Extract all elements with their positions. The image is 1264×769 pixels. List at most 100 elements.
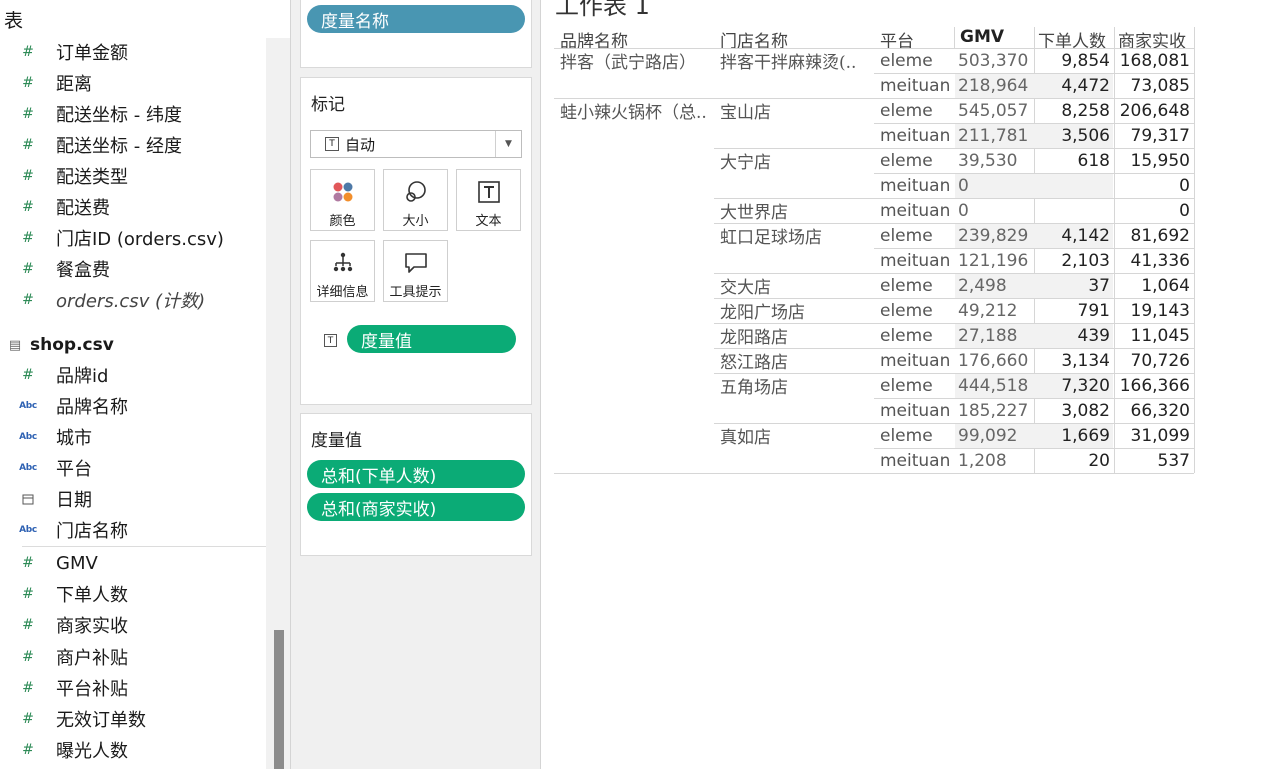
- brand-name-cell[interactable]: 拌客（武宁路店）: [560, 48, 712, 73]
- header-platform[interactable]: 平台: [880, 27, 914, 52]
- gmv-value-cell[interactable]: 185,227: [958, 398, 1032, 423]
- mark-type-select[interactable]: T 自动 ▼: [310, 130, 522, 158]
- revenue-value-cell[interactable]: 66,320: [1118, 398, 1190, 423]
- field-item[interactable]: # GMV: [0, 549, 266, 577]
- store-name-cell[interactable]: 大世界店: [720, 198, 872, 223]
- platform-cell[interactable]: eleme: [880, 273, 954, 298]
- field-item[interactable]: # 配送坐标 - 经度: [0, 131, 266, 159]
- field-item[interactable]: # 餐盒费: [0, 255, 266, 283]
- field-item[interactable]: # 商家实收: [0, 611, 266, 639]
- header-store[interactable]: 门店名称: [720, 27, 788, 52]
- platform-cell[interactable]: meituan: [880, 248, 954, 273]
- gmv-value-cell[interactable]: 176,660: [958, 348, 1032, 373]
- platform-cell[interactable]: eleme: [880, 373, 954, 398]
- gmv-value-cell[interactable]: 218,964: [958, 73, 1032, 98]
- platform-cell[interactable]: eleme: [880, 423, 954, 448]
- text-button[interactable]: 文本: [456, 169, 521, 231]
- revenue-value-cell[interactable]: 73,085: [1118, 73, 1190, 98]
- store-name-cell[interactable]: 龙阳路店: [720, 323, 872, 348]
- platform-cell[interactable]: meituan: [880, 398, 954, 423]
- platform-cell[interactable]: eleme: [880, 48, 954, 73]
- orders-value-cell[interactable]: [1038, 173, 1110, 198]
- platform-cell[interactable]: eleme: [880, 223, 954, 248]
- orders-value-cell[interactable]: 618: [1038, 148, 1110, 173]
- gmv-value-cell[interactable]: 239,829: [958, 223, 1032, 248]
- size-button[interactable]: 大小: [383, 169, 448, 231]
- orders-value-cell[interactable]: 1,669: [1038, 423, 1110, 448]
- platform-cell[interactable]: eleme: [880, 148, 954, 173]
- store-name-cell[interactable]: 五角场店: [720, 373, 872, 398]
- orders-value-cell[interactable]: 8,258: [1038, 98, 1110, 123]
- field-item[interactable]: # 商户补贴: [0, 643, 266, 671]
- orders-value-cell[interactable]: 20: [1038, 448, 1110, 473]
- platform-cell[interactable]: meituan: [880, 123, 954, 148]
- gmv-value-cell[interactable]: 503,370: [958, 48, 1032, 73]
- gmv-value-cell[interactable]: 1,208: [958, 448, 1032, 473]
- revenue-value-cell[interactable]: 11,045: [1118, 323, 1190, 348]
- store-name-cell[interactable]: 拌客干拌麻辣烫(..: [720, 48, 872, 73]
- store-name-cell[interactable]: 大宁店: [720, 148, 872, 173]
- revenue-value-cell[interactable]: 15,950: [1118, 148, 1190, 173]
- gmv-value-cell[interactable]: 39,530: [958, 148, 1032, 173]
- platform-cell[interactable]: eleme: [880, 298, 954, 323]
- platform-cell[interactable]: eleme: [880, 323, 954, 348]
- revenue-value-cell[interactable]: 166,366: [1118, 373, 1190, 398]
- gmv-value-cell[interactable]: 211,781: [958, 123, 1032, 148]
- measure-pill-revenue[interactable]: 总和(商家实收): [307, 493, 525, 521]
- orders-value-cell[interactable]: 3,506: [1038, 123, 1110, 148]
- field-item[interactable]: # 平台补贴: [0, 674, 266, 702]
- gmv-value-cell[interactable]: 99,092: [958, 423, 1032, 448]
- store-name-cell[interactable]: 龙阳广场店: [720, 298, 872, 323]
- orders-value-cell[interactable]: 3,082: [1038, 398, 1110, 423]
- field-item[interactable]: # 曝光人数: [0, 736, 266, 764]
- orders-value-cell[interactable]: 7,320: [1038, 373, 1110, 398]
- gmv-value-cell[interactable]: 2,498: [958, 273, 1032, 298]
- field-item[interactable]: # 订单金额: [0, 38, 266, 66]
- revenue-value-cell[interactable]: 19,143: [1118, 298, 1190, 323]
- revenue-value-cell[interactable]: 81,692: [1118, 223, 1190, 248]
- field-item[interactable]: # 距离: [0, 69, 266, 97]
- orders-value-cell[interactable]: 2,103: [1038, 248, 1110, 273]
- measure-pill-orders[interactable]: 总和(下单人数): [307, 460, 525, 488]
- detail-button[interactable]: 详细信息: [310, 240, 375, 302]
- field-item[interactable]: # orders.csv (计数): [0, 286, 266, 314]
- orders-value-cell[interactable]: 4,142: [1038, 223, 1110, 248]
- revenue-value-cell[interactable]: 70,726: [1118, 348, 1190, 373]
- header-brand[interactable]: 品牌名称: [560, 27, 628, 52]
- scrollbar-thumb[interactable]: [274, 630, 284, 769]
- datasource-shop[interactable]: ▤ shop.csv: [0, 331, 114, 359]
- tooltip-button[interactable]: 工具提示: [383, 240, 448, 302]
- platform-cell[interactable]: eleme: [880, 98, 954, 123]
- chevron-down-icon[interactable]: ▼: [495, 131, 521, 157]
- gmv-value-cell[interactable]: 49,212: [958, 298, 1032, 323]
- orders-value-cell[interactable]: 9,854: [1038, 48, 1110, 73]
- platform-cell[interactable]: meituan: [880, 173, 954, 198]
- field-item[interactable]: Abc 门店名称: [0, 516, 266, 544]
- field-item[interactable]: Abc 城市: [0, 423, 266, 451]
- revenue-value-cell[interactable]: 1,064: [1118, 273, 1190, 298]
- gmv-value-cell[interactable]: 0: [958, 198, 1032, 223]
- gmv-value-cell[interactable]: 27,188: [958, 323, 1032, 348]
- gmv-value-cell[interactable]: 121,196: [958, 248, 1032, 273]
- field-item[interactable]: # 品牌id: [0, 361, 266, 389]
- gmv-value-cell[interactable]: 0: [958, 173, 1032, 198]
- store-name-cell[interactable]: 怒江路店: [720, 348, 872, 373]
- revenue-value-cell[interactable]: 537: [1118, 448, 1190, 473]
- field-item[interactable]: # 配送费: [0, 193, 266, 221]
- field-item[interactable]: # 配送坐标 - 纬度: [0, 100, 266, 128]
- brand-name-cell[interactable]: 蛙小辣火锅杯（总..: [560, 98, 716, 123]
- measure-values-pill[interactable]: 度量值: [347, 325, 516, 353]
- platform-cell[interactable]: meituan: [880, 198, 954, 223]
- platform-cell[interactable]: meituan: [880, 448, 954, 473]
- field-item[interactable]: # 门店ID (orders.csv): [0, 224, 266, 252]
- gmv-value-cell[interactable]: 545,057: [958, 98, 1032, 123]
- color-button[interactable]: 颜色: [310, 169, 375, 231]
- measure-names-pill[interactable]: 度量名称: [307, 5, 525, 33]
- field-item[interactable]: # 无效订单数: [0, 705, 266, 733]
- revenue-value-cell[interactable]: 0: [1118, 173, 1190, 198]
- revenue-value-cell[interactable]: 79,317: [1118, 123, 1190, 148]
- header-orders[interactable]: 下单人数: [1038, 27, 1106, 52]
- orders-value-cell[interactable]: 791: [1038, 298, 1110, 323]
- field-item[interactable]: # 下单人数: [0, 580, 266, 608]
- orders-value-cell[interactable]: 439: [1038, 323, 1110, 348]
